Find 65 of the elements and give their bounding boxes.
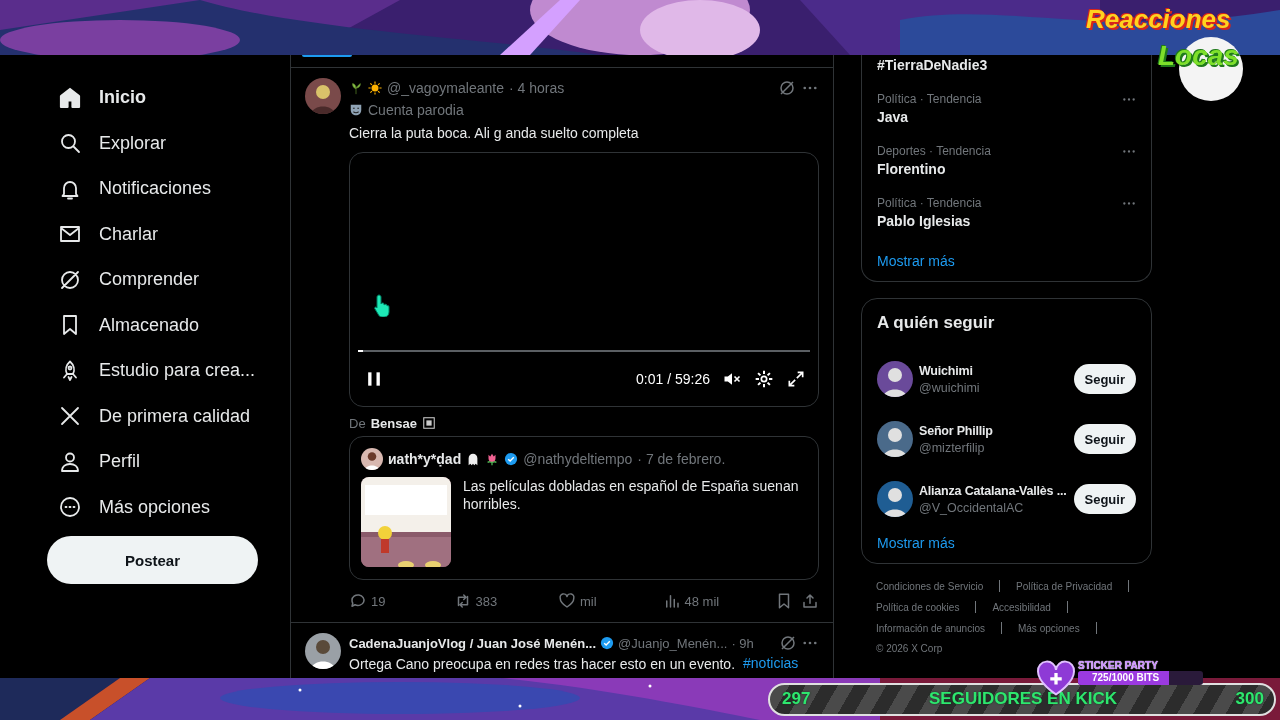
goal-target: 300 <box>1235 689 1264 709</box>
nav-item[interactable]: Inicio <box>47 75 146 121</box>
user-handle[interactable]: @mizterfilip <box>919 440 1068 455</box>
nav-item[interactable]: Almacenado <box>47 302 200 348</box>
video-player[interactable]: 0:01 / 59:26 <box>349 152 819 407</box>
user-handle[interactable]: @nathydeltiempo <box>523 451 633 467</box>
hashtag-link[interactable]: #noticias <box>743 655 799 673</box>
footer-link[interactable]: Información de anuncios <box>876 622 985 634</box>
nav-item[interactable]: Explorar <box>47 120 167 166</box>
footer-link[interactable]: Política de Privacidad <box>1016 580 1113 592</box>
footer-link[interactable]: Política de cookies <box>876 601 960 613</box>
post-button[interactable]: Postear <box>47 536 258 584</box>
trend-category: Deportes · Tendencia <box>877 144 991 158</box>
account-label: Cuenta parodia <box>368 102 464 118</box>
post-text: Cierra la puta boca. Ali g anda suelto completa <box>349 124 640 142</box>
post-time: · 7 de febrero. <box>637 451 726 467</box>
sticker-title: STICKER PARTY <box>1078 660 1159 671</box>
bits-progress-text: 725/1000 BITS <box>1092 672 1160 683</box>
trend-name[interactable]: #TierraDeNadie3 <box>877 57 1136 73</box>
show-more-link[interactable]: Mostrar más <box>877 253 1136 269</box>
source-name[interactable]: Bensae <box>370 415 417 431</box>
footer-link[interactable]: Condiciones de Servicio <box>876 580 984 592</box>
user-handle[interactable]: @Juanjo_Menén... <box>618 635 728 651</box>
footer-link[interactable]: Accesibilidad <box>992 601 1051 613</box>
copyright-text: © 2026 X Corp <box>876 643 944 654</box>
trend-category: Política · Tendencia <box>877 196 982 210</box>
action-count: mil <box>580 593 597 609</box>
user-name[interactable]: Alianza Catalana-Vallès ... <box>919 483 1068 498</box>
nav-item[interactable]: Perfil <box>47 439 140 485</box>
follow-button[interactable]: Seguir <box>1073 424 1136 454</box>
goal-label: SEGUIDORES EN KICK <box>929 689 1117 709</box>
user-name[interactable]: Señor Phillip <box>919 423 1068 438</box>
nav-item[interactable]: De primera calidad <box>47 393 251 439</box>
video-time: 0:01 / 59:26 <box>636 371 710 387</box>
user-handle[interactable]: @V_OccidentalAC <box>919 500 1068 515</box>
source-label: De <box>349 415 366 431</box>
user-handle[interactable]: @_vagoymaleante <box>387 80 504 96</box>
action-count: 383 <box>475 593 498 609</box>
nav-item[interactable]: Más opciones <box>47 484 211 530</box>
post-text: Las películas dobladas en español de España suenan horribles. <box>463 477 800 514</box>
nav-item[interactable]: Charlar <box>47 211 159 257</box>
trend-name[interactable]: Java <box>877 109 982 125</box>
follow-button[interactable]: Seguir <box>1073 364 1136 394</box>
trend-name[interactable]: Florentino <box>877 161 991 177</box>
post-time: · 9h <box>731 635 754 651</box>
user-name[interactable]: иath*y*ḍad <box>388 451 462 467</box>
nav-item[interactable]: Comprender <box>47 257 200 303</box>
post-time: · 4 horas <box>508 80 565 96</box>
user-name[interactable]: CadenaJuanjoVlog / Juan José Menén... <box>349 635 597 651</box>
nav-item[interactable]: Estudio para crea... <box>47 348 256 394</box>
logo-text: Reacciones <box>1086 4 1231 35</box>
user-name[interactable]: Wuichimi <box>919 363 1068 378</box>
goal-current: 297 <box>782 689 811 709</box>
action-count: 48 mil <box>684 593 720 609</box>
action-count: 19 <box>371 593 386 609</box>
trend-category: Política · Tendencia <box>877 92 982 106</box>
user-handle[interactable]: @wuichimi <box>919 380 1068 395</box>
nav-item[interactable]: Notificaciones <box>47 166 212 212</box>
panel-title: A quién seguir <box>877 313 996 333</box>
trend-name[interactable]: Pablo Iglesias <box>877 213 982 229</box>
quoted-post[interactable]: иath*y*ḍad @nathydeltiempo · 7 de febrero. Las películas dobladas en español de España suenan horribles. <box>349 436 819 580</box>
follow-button[interactable]: Seguir <box>1073 484 1136 514</box>
footer-link[interactable]: Más opciones <box>1017 622 1080 634</box>
post-text: Ortega Cano preocupa en redes tras hacer esto en un evento. <box>349 655 736 673</box>
show-more-link[interactable]: Mostrar más <box>877 535 1136 551</box>
